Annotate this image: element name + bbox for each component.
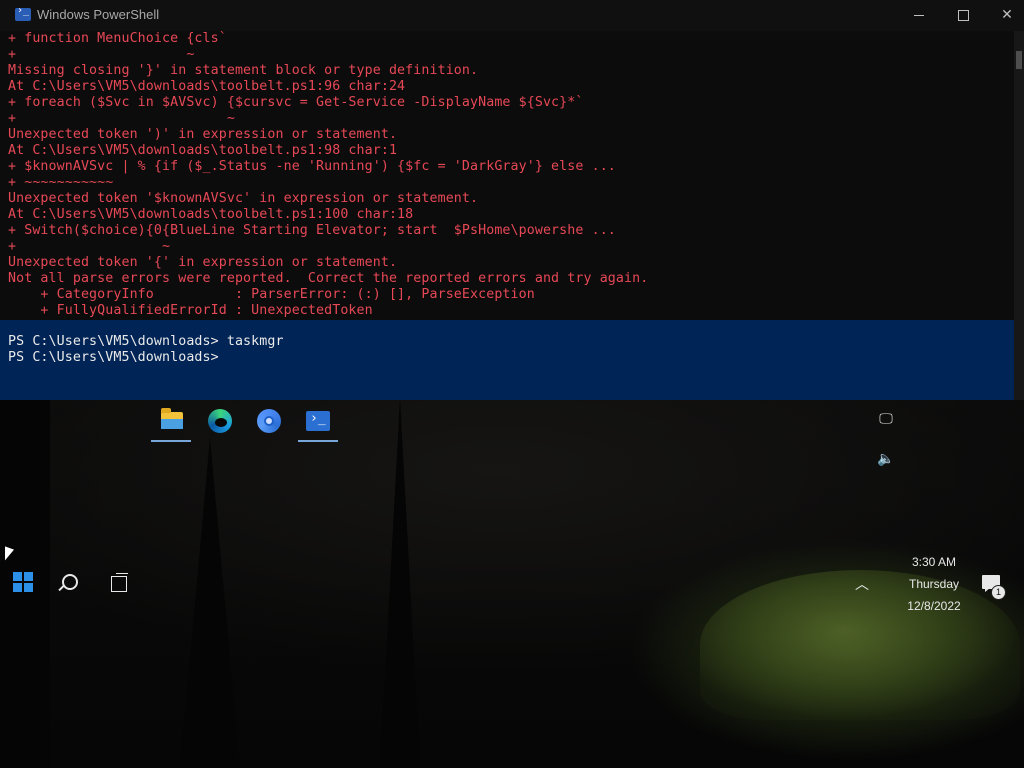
- file-explorer-button[interactable]: [151, 406, 191, 442]
- console-error-line: Missing closing '}' in statement block o…: [8, 63, 479, 78]
- prompt-line: PS C:\Users\VM5\downloads> taskmgr: [8, 334, 284, 349]
- console-error-line: Unexpected token '{' in expression or st…: [8, 255, 398, 270]
- prompt-input-line[interactable]: PS C:\Users\VM5\downloads>: [8, 350, 219, 366]
- console-error-line: + CategoryInfo : ParserError: (:) [], Pa…: [8, 287, 535, 302]
- powershell-window: Windows PowerShell ✕ + function MenuChoi…: [0, 0, 1024, 400]
- console-error-line: + function MenuChoice {cls`: [8, 31, 227, 46]
- powershell-icon: [15, 5, 31, 21]
- console-error-line: + FullyQualifiedErrorId : UnexpectedToke…: [8, 303, 373, 318]
- volume-icon[interactable]: 🔈: [876, 451, 896, 467]
- powershell-taskbar-icon: [306, 411, 330, 431]
- edge-icon: [208, 409, 232, 433]
- show-hidden-icons-chevron-icon[interactable]: ︿: [852, 574, 872, 594]
- console-error-line: Unexpected token ')' in expression or st…: [8, 127, 398, 142]
- console-error-line: At C:\Users\VM5\downloads\toolbelt.ps1:9…: [8, 79, 406, 94]
- clock-day[interactable]: Thursday: [889, 577, 979, 591]
- mouse-cursor-icon: [5, 546, 14, 564]
- console-error-line: Not all parse errors were reported. Corr…: [8, 271, 649, 286]
- file-explorer-icon: [161, 408, 183, 429]
- minimize-button[interactable]: [896, 0, 942, 31]
- console-output[interactable]: + function MenuChoice {cls` + ~ Missing …: [0, 31, 1014, 400]
- start-button[interactable]: [13, 572, 33, 592]
- scrollbar-thumb[interactable]: [1016, 51, 1022, 69]
- console-error-line: Unexpected token '$knownAVSvc' in expres…: [8, 191, 479, 206]
- search-icon[interactable]: [62, 574, 78, 590]
- windows-logo-icon: [24, 583, 33, 592]
- close-icon: ✕: [1001, 7, 1013, 23]
- notification-count-badge: 1: [991, 585, 1006, 600]
- clock-time[interactable]: 3:30 AM: [889, 555, 979, 569]
- clock-date[interactable]: 12/8/2022: [889, 599, 979, 613]
- console-error-line: At C:\Users\VM5\downloads\toolbelt.ps1:9…: [8, 143, 398, 158]
- edge-button[interactable]: [200, 406, 240, 440]
- console-scrollbar[interactable]: [1014, 31, 1024, 400]
- maximize-icon: [957, 9, 969, 21]
- minimize-icon: [914, 14, 924, 16]
- network-icon[interactable]: 🖵: [876, 411, 896, 427]
- console-error-line: + foreach ($Svc in $AVSvc) {$cursvc = Ge…: [8, 95, 584, 110]
- console-error-line: + $knownAVSvc | % {if ($_.Status -ne 'Ru…: [8, 159, 616, 174]
- windows-logo-icon: [24, 572, 33, 581]
- prompt-area[interactable]: PS C:\Users\VM5\downloads> taskmgr PS C:…: [0, 320, 1014, 400]
- powershell-taskbar-button[interactable]: [298, 406, 338, 442]
- console-error-line: + Switch($choice){0{BlueLine Starting El…: [8, 223, 616, 238]
- windows-logo-icon: [13, 583, 22, 592]
- chrome-button[interactable]: [249, 406, 289, 440]
- app-running-indicator: [151, 440, 191, 442]
- wallpaper-tree: [180, 438, 240, 768]
- wallpaper-tree: [380, 398, 420, 768]
- window-title: Windows PowerShell: [37, 7, 160, 22]
- task-view-icon[interactable]: [111, 573, 128, 592]
- console-error-line: + ~~~~~~~~~~~: [8, 175, 114, 190]
- console-error-line: At C:\Users\VM5\downloads\toolbelt.ps1:1…: [8, 207, 414, 222]
- app-running-indicator: [298, 440, 338, 442]
- console-error-line: + ~: [8, 111, 235, 126]
- close-button[interactable]: ✕: [984, 0, 1024, 31]
- console-error-line: + ~: [8, 239, 171, 254]
- windows-logo-icon: [13, 572, 22, 581]
- console-error-line: + ~: [8, 47, 195, 62]
- maximize-button[interactable]: [940, 0, 986, 31]
- window-titlebar[interactable]: Windows PowerShell ✕: [0, 0, 1024, 31]
- chrome-icon: [257, 409, 281, 433]
